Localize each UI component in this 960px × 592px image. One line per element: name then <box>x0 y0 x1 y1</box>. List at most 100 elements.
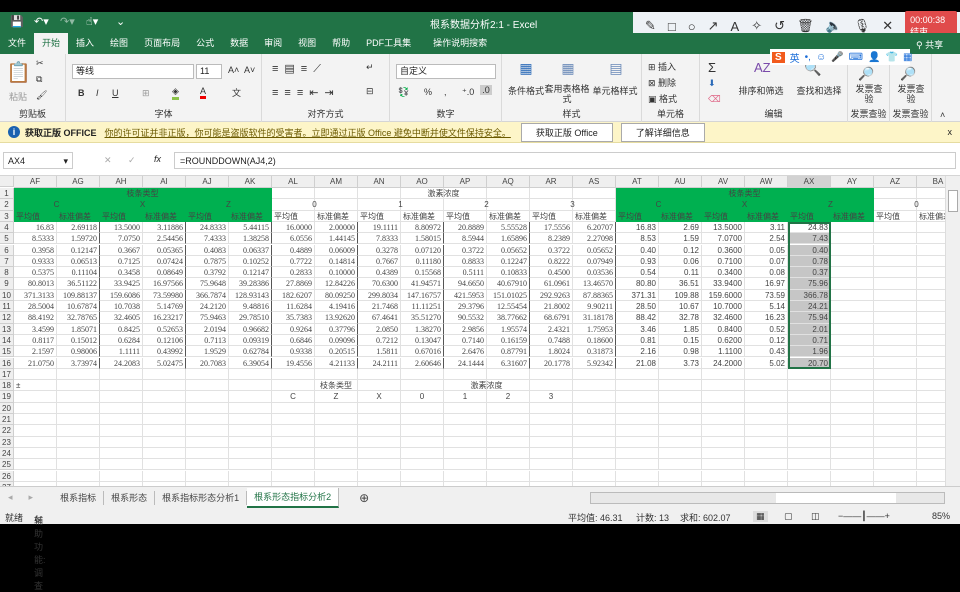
cell[interactable] <box>358 470 401 482</box>
cell[interactable] <box>874 188 917 200</box>
data-cell[interactable]: 75.96 <box>788 278 831 290</box>
column-label[interactable]: 平均值 <box>272 210 315 222</box>
data-cell[interactable]: 0.05652 <box>487 244 530 256</box>
cell[interactable] <box>272 447 315 460</box>
cell[interactable] <box>702 402 745 414</box>
data-cell[interactable]: 3.11886 <box>143 221 186 234</box>
cell[interactable] <box>444 425 487 437</box>
cell[interactable] <box>874 436 917 448</box>
cell[interactable] <box>573 368 616 381</box>
data-cell[interactable]: 7.43 <box>788 233 831 245</box>
cell[interactable] <box>315 402 358 414</box>
cell[interactable] <box>573 391 616 403</box>
data-cell[interactable]: 75.9463 <box>186 312 229 324</box>
cell[interactable] <box>14 391 57 403</box>
cell[interactable] <box>57 470 100 482</box>
decrease-font-icon[interactable]: A˅ <box>244 65 255 75</box>
data-cell[interactable]: 0.15568 <box>401 267 444 279</box>
cell[interactable] <box>831 233 874 245</box>
cell[interactable] <box>659 391 702 403</box>
data-cell[interactable]: 0.7113 <box>186 334 229 347</box>
data-cell[interactable]: 7.0750 <box>100 233 143 245</box>
data-cell[interactable]: 0.9338 <box>272 346 315 358</box>
cell[interactable] <box>272 402 315 414</box>
undo-icon[interactable]: ↺ <box>774 18 785 34</box>
cell[interactable] <box>831 346 874 358</box>
cell[interactable] <box>143 391 186 403</box>
data-cell[interactable]: 2 <box>487 391 530 403</box>
column-label[interactable]: 标准偏差 <box>229 210 272 222</box>
cell[interactable] <box>874 289 917 301</box>
sheet-tab[interactable]: 根系形态 <box>104 490 156 505</box>
merged-header-cell[interactable]: Z <box>788 199 874 211</box>
add-sheet-icon[interactable]: ⊕ <box>359 491 369 505</box>
cell[interactable] <box>358 459 401 471</box>
cell[interactable] <box>143 368 186 381</box>
data-cell[interactable]: 0.9333 <box>14 255 57 268</box>
vertical-align-icons[interactable]: ≡▤≡⟋ <box>272 62 327 76</box>
cell[interactable] <box>100 425 143 437</box>
data-cell[interactable]: 0.6846 <box>272 334 315 347</box>
cell[interactable] <box>401 402 444 414</box>
cell[interactable] <box>788 380 831 392</box>
column-label[interactable]: 标准偏差 <box>315 210 358 222</box>
name-box[interactable]: AX4 ▾ <box>3 152 73 169</box>
sort-filter-icon[interactable]: AZ <box>754 60 771 75</box>
row-header[interactable]: 8 <box>0 267 14 279</box>
cell[interactable] <box>487 436 530 448</box>
data-cell[interactable]: 2.69118 <box>57 221 100 234</box>
cell[interactable] <box>917 278 945 290</box>
cell[interactable] <box>143 425 186 437</box>
conditional-format-button[interactable]: 条件格式 <box>506 84 546 97</box>
cell[interactable] <box>573 447 616 460</box>
data-cell[interactable]: 20.70 <box>788 357 831 369</box>
cell[interactable] <box>14 414 57 426</box>
cell[interactable] <box>917 369 945 381</box>
tab-3[interactable]: 绘图 <box>102 33 136 54</box>
data-cell[interactable]: 13.5000 <box>702 221 745 234</box>
cell[interactable] <box>186 447 229 460</box>
fill-icon[interactable]: ⬇ <box>708 78 716 89</box>
cell[interactable] <box>530 368 573 381</box>
cell-style-icon[interactable]: ▤ <box>594 60 638 77</box>
next-sheet-icon[interactable]: ▸ <box>21 492 54 503</box>
underline-button[interactable]: U <box>112 88 119 98</box>
cell[interactable] <box>57 368 100 381</box>
column-header[interactable]: AI <box>143 176 186 188</box>
data-cell[interactable]: 1.1100 <box>702 346 745 358</box>
column-label[interactable]: 标准偏差 <box>659 210 702 222</box>
cell[interactable] <box>874 357 917 369</box>
cell[interactable] <box>487 414 530 426</box>
column-header[interactable]: AT <box>616 176 659 188</box>
info-message[interactable]: 你的许可证并非正版，你可能是盗版软件的受害者。立即通过正版 Office 避免中… <box>105 126 511 139</box>
column-header[interactable]: AL <box>272 176 315 188</box>
data-cell[interactable]: 366.7874 <box>186 289 229 301</box>
data-cell[interactable]: 2.01 <box>788 323 831 335</box>
data-cell[interactable]: 2.54456 <box>143 233 186 245</box>
cell[interactable] <box>14 368 57 381</box>
row-header[interactable]: 23 <box>0 436 14 448</box>
invoice-check-button[interactable]: 发票查验 <box>896 84 926 104</box>
cell[interactable] <box>401 470 444 482</box>
data-cell[interactable]: 35.7383 <box>272 312 315 324</box>
merge-center-icon[interactable]: ⊟ <box>366 86 374 97</box>
column-header[interactable]: AU <box>659 176 702 188</box>
tab-5[interactable]: 公式 <box>188 33 222 54</box>
data-cell[interactable]: 0.7100 <box>702 255 745 268</box>
increase-font-icon[interactable]: A˄ <box>228 65 239 75</box>
data-cell[interactable]: 29.78510 <box>229 312 272 324</box>
data-cell[interactable]: 0.3667 <box>100 244 143 256</box>
cell[interactable] <box>57 436 100 448</box>
data-cell[interactable]: 0.9264 <box>272 323 315 335</box>
data-cell[interactable]: 32.78 <box>659 312 702 324</box>
tab-9[interactable]: 帮助 <box>324 33 358 54</box>
invoice-check-button[interactable]: 发票查验 <box>854 84 884 104</box>
cell[interactable] <box>57 425 100 437</box>
cell[interactable] <box>917 222 945 234</box>
get-genuine-button[interactable]: 获取正版 Office <box>520 122 613 142</box>
data-cell[interactable]: 0.12 <box>745 334 788 347</box>
page-layout-icon[interactable]: ▢ <box>784 511 793 522</box>
prev-sheet-icon[interactable]: ◂ <box>0 492 21 503</box>
data-cell[interactable]: 61.0961 <box>530 278 573 290</box>
tab-4[interactable]: 页面布局 <box>136 33 188 54</box>
